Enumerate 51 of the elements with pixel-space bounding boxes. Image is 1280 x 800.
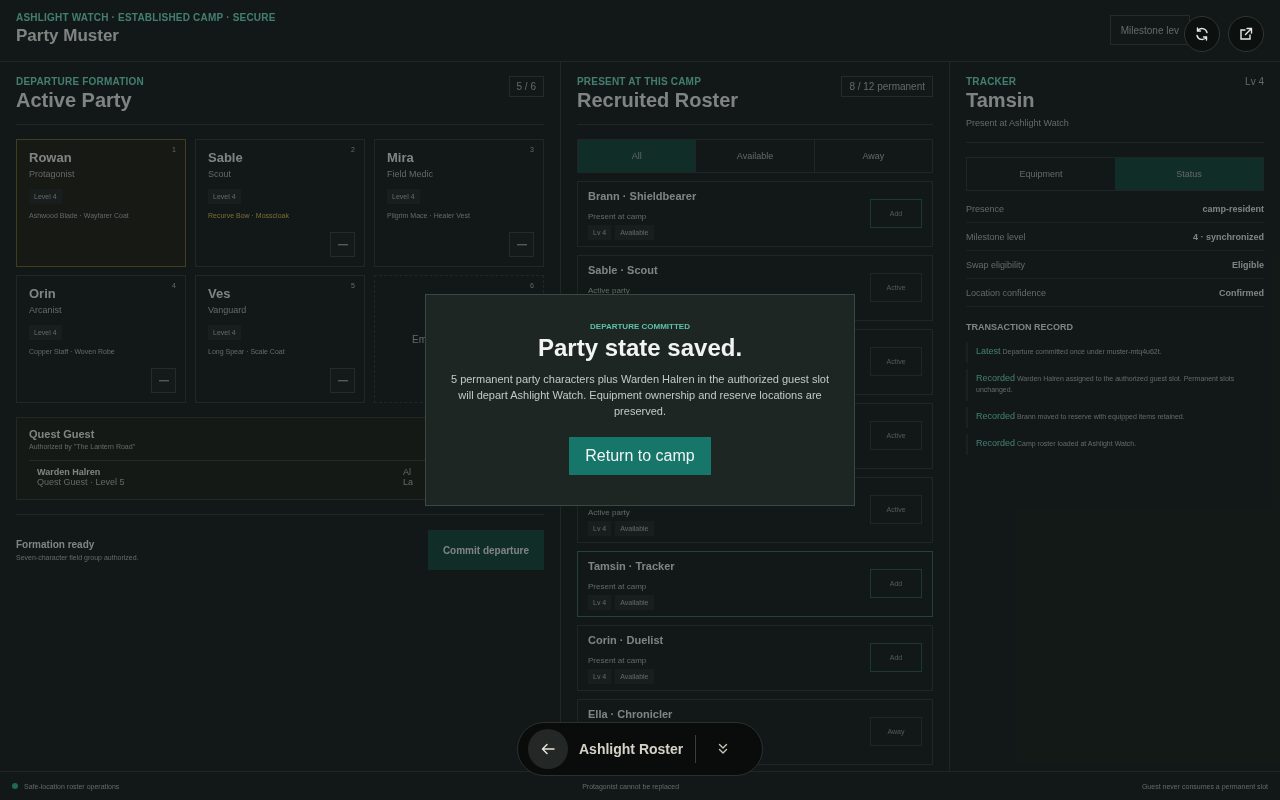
member-name: Ves [208, 286, 232, 301]
dialog-message: 5 permanent party characters plus Warden Halren in the authorized guest slot will depart Ashlight Watch. Equipment ownership and reserve locations are preserved. [450, 372, 830, 419]
member-role: Vanguard [208, 305, 248, 315]
stat-value: camp-resident [1202, 203, 1264, 214]
member-name: Mira [387, 150, 415, 165]
guest-name: Warden Halren [37, 467, 102, 477]
character-status: Present at camp [588, 212, 648, 221]
member-role: Field Medic [387, 169, 434, 179]
character-location: Present at Ashlight Watch [966, 118, 1069, 128]
member-role: Protagonist [29, 169, 76, 179]
character-status: Present at camp [588, 582, 648, 591]
section-title: Recruited Roster [577, 89, 739, 112]
page-title: Party Muster [16, 26, 120, 46]
character-status: Active party [588, 286, 631, 295]
character-status: Present at camp [588, 656, 648, 665]
record-heading: TRANSACTION RECORD [966, 322, 1074, 332]
dock-title: Ashlight Roster [579, 741, 684, 757]
section-eyebrow: DEPARTURE FORMATION [16, 76, 144, 87]
character-status: Active party [588, 508, 631, 517]
section-title: Active Party [16, 89, 133, 112]
dialog-eyebrow: DEPARTURE COMMITTED [590, 322, 690, 331]
character-name: Corin · Duelist [588, 634, 664, 647]
roster-count: 8 / 12 permanent [841, 76, 933, 97]
stat-label: Swap eligibility [966, 259, 1026, 270]
guest-info-text: Al [403, 467, 412, 477]
formation-status: Formation ready [16, 539, 96, 550]
stat-label: Location confidence [966, 287, 1047, 298]
member-name: Orin [29, 286, 57, 301]
character-level: Lv 4 [1245, 76, 1264, 87]
character-name: Sable · Scout [588, 264, 658, 277]
breadcrumb: ASHLIGHT WATCH · ESTABLISHED CAMP · SECURE [16, 12, 276, 23]
dialog-title: Party state saved. [537, 334, 743, 362]
guest-title: Quest Guest [29, 428, 96, 440]
member-role: Arcanist [29, 305, 63, 315]
character-name: Ella · Chronicler [588, 708, 673, 721]
stat-label: Milestone level [966, 231, 1026, 242]
stat-label: Presence [966, 203, 1005, 214]
stat-value: 4 · synchronized [1193, 231, 1264, 242]
character-title: Tamsin [966, 89, 1036, 112]
member-role: Scout [208, 169, 232, 179]
stat-value: Eligible [1232, 259, 1264, 270]
character-name: Brann · Shieldbearer [588, 190, 697, 203]
character-name: Tamsin · Tracker [588, 560, 675, 573]
guest-info-text: La [403, 477, 414, 487]
member-name: Rowan [29, 150, 73, 165]
member-name: Sable [208, 150, 244, 165]
slot-count: 5 / 6 [508, 76, 544, 97]
stat-value: Confirmed [1219, 287, 1264, 298]
character-class: TRACKER [966, 76, 1018, 87]
guest-detail: Quest Guest · Level 5 [37, 477, 125, 487]
section-eyebrow: PRESENT AT THIS CAMP [577, 76, 702, 87]
